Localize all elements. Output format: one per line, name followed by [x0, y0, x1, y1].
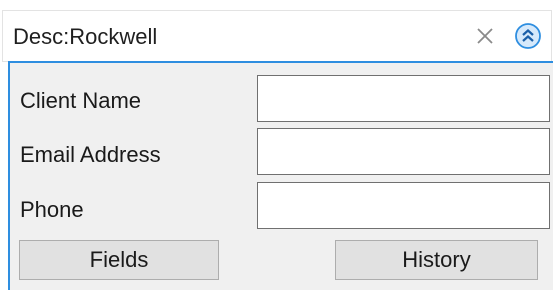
- close-icon: [477, 28, 493, 44]
- email-address-field[interactable]: [257, 128, 550, 175]
- client-name-field[interactable]: [257, 75, 550, 122]
- client-name-label: Client Name: [20, 88, 142, 113]
- history-button[interactable]: History: [335, 240, 538, 280]
- chevron-double-up-icon: [515, 23, 541, 49]
- fields-button-label: Fields: [89, 247, 149, 272]
- email-address-label: Email Address: [20, 142, 161, 167]
- search-bar: [2, 10, 552, 62]
- clear-search-button[interactable]: [470, 21, 500, 51]
- collapse-panel-button[interactable]: [513, 21, 543, 51]
- phone-label: Phone: [20, 197, 84, 222]
- fields-button[interactable]: Fields: [19, 240, 219, 280]
- search-fields-panel: Client Name Email Address Phone Fields H…: [8, 61, 553, 290]
- phone-field[interactable]: [257, 182, 550, 229]
- history-button-label: History: [402, 247, 471, 272]
- filter-panel-window: Client Name Email Address Phone Fields H…: [0, 0, 553, 290]
- search-input[interactable]: [13, 20, 453, 54]
